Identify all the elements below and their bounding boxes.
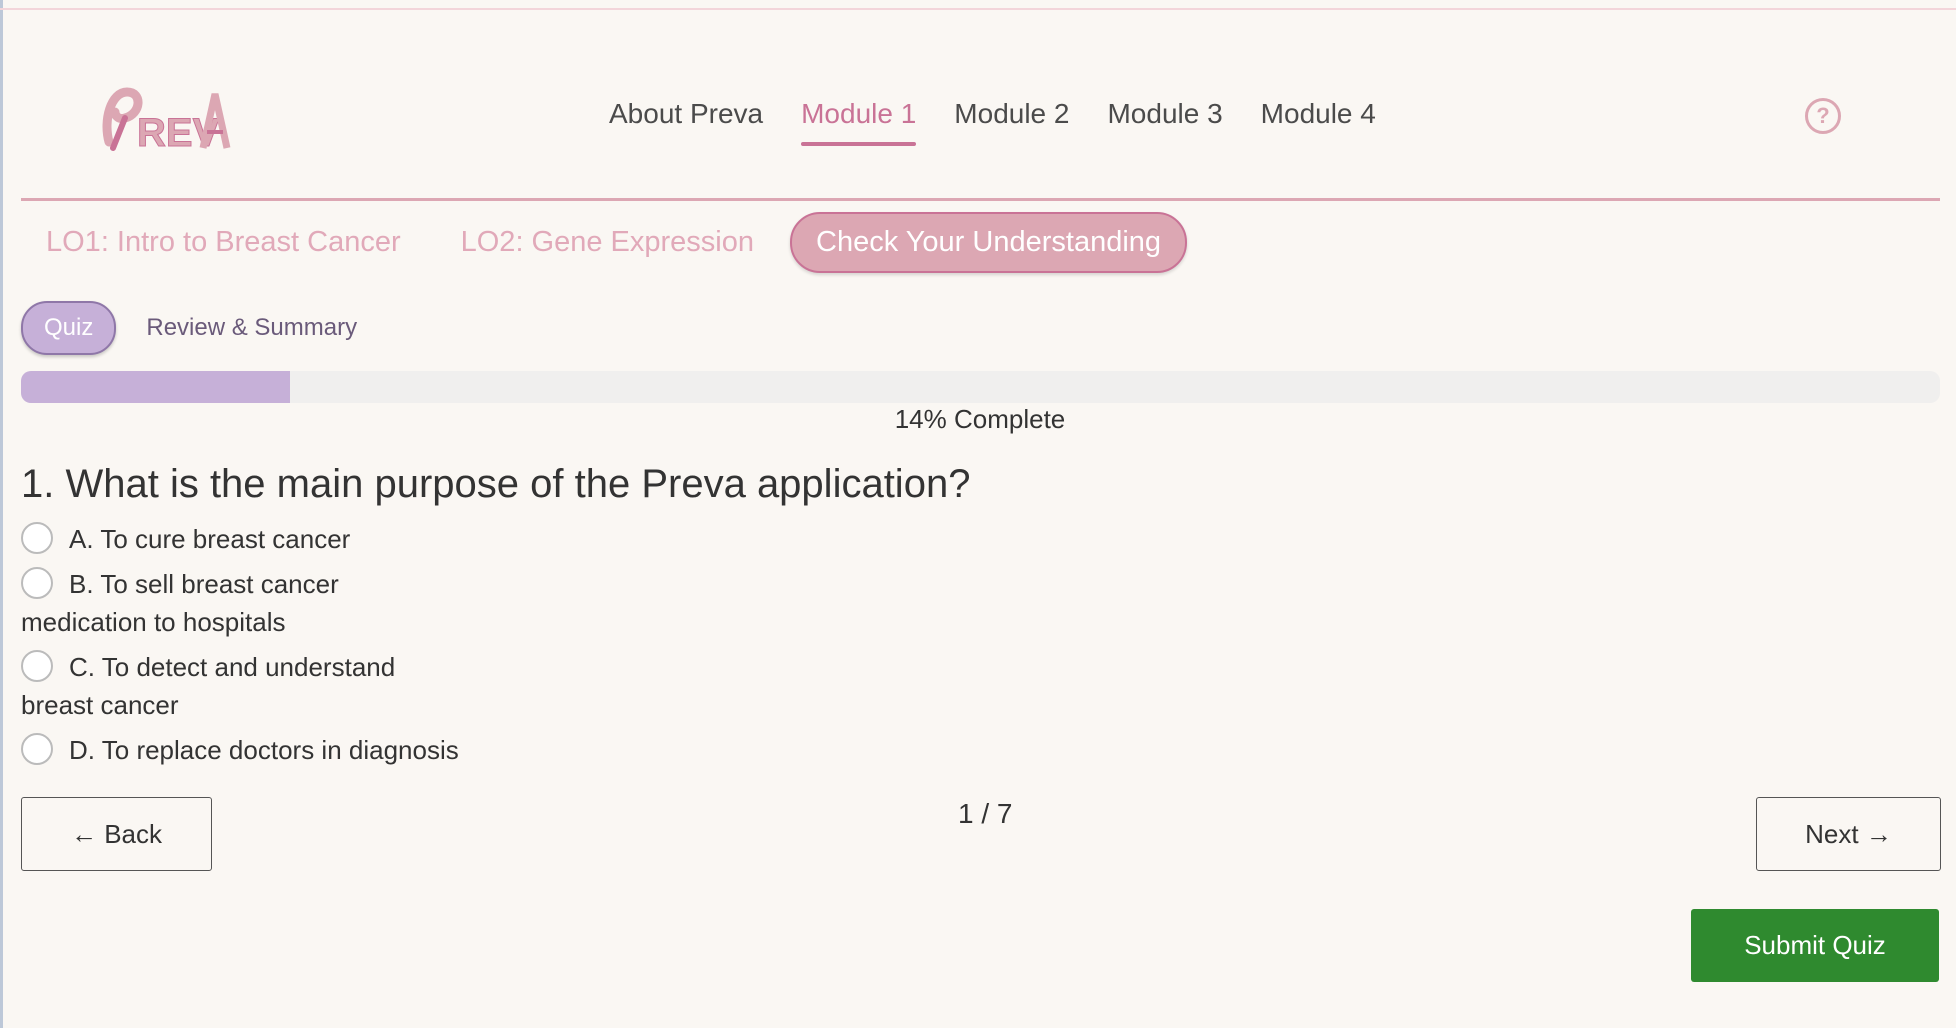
progress-fill bbox=[21, 371, 290, 403]
main-nav: About Preva Module 1 Module 2 Module 3 M… bbox=[609, 98, 1414, 146]
tab-review-summary[interactable]: Review & Summary bbox=[146, 314, 357, 342]
quiz-sub-tabs: Quiz Review & Summary bbox=[21, 301, 357, 355]
option-label: B. To sell breast cancer medication to h… bbox=[21, 569, 339, 637]
option-d[interactable]: D. To replace doctors in diagnosis bbox=[21, 731, 521, 769]
option-label: A. To cure breast cancer bbox=[69, 524, 351, 554]
nav-module-3[interactable]: Module 3 bbox=[1107, 98, 1222, 146]
nav-about-preva[interactable]: About Preva bbox=[609, 98, 763, 146]
back-button[interactable]: ← Back bbox=[21, 797, 212, 871]
site-header: REV About Preva Module 1 Module 2 Module… bbox=[21, 10, 1940, 201]
submit-quiz-button[interactable]: Submit Quiz bbox=[1691, 909, 1939, 982]
radio-button[interactable] bbox=[21, 567, 53, 600]
nav-module-4[interactable]: Module 4 bbox=[1261, 98, 1376, 146]
tab-lo1[interactable]: LO1: Intro to Breast Cancer bbox=[46, 226, 401, 259]
preva-logo[interactable]: REV bbox=[91, 80, 231, 156]
progress-label: 14% Complete bbox=[894, 404, 1066, 434]
answer-options: A. To cure breast cancer B. To sell brea… bbox=[21, 520, 521, 776]
option-a[interactable]: A. To cure breast cancer bbox=[21, 520, 521, 558]
option-label: C. To detect and understand breast cance… bbox=[21, 652, 396, 720]
option-label: D. To replace doctors in diagnosis bbox=[69, 735, 459, 765]
radio-button[interactable] bbox=[21, 733, 53, 766]
nav-module-2[interactable]: Module 2 bbox=[954, 98, 1069, 146]
radio-button[interactable] bbox=[21, 650, 53, 683]
window-edge bbox=[0, 0, 3, 1028]
radio-button[interactable] bbox=[21, 522, 53, 555]
option-b[interactable]: B. To sell breast cancer medication to h… bbox=[21, 565, 391, 641]
page-indicator: 1 / 7 bbox=[958, 798, 1013, 829]
tab-lo2[interactable]: LO2: Gene Expression bbox=[461, 226, 754, 259]
option-c[interactable]: C. To detect and understand breast cance… bbox=[21, 648, 461, 724]
progress-bar bbox=[21, 371, 1940, 403]
question-circle-icon[interactable]: ? bbox=[1805, 98, 1841, 134]
learning-objective-tabs: LO1: Intro to Breast Cancer LO2: Gene Ex… bbox=[46, 212, 1188, 273]
tab-check-your-understanding[interactable]: Check Your Understanding bbox=[790, 212, 1188, 273]
next-button[interactable]: Next → bbox=[1756, 797, 1941, 871]
tab-quiz[interactable]: Quiz bbox=[21, 301, 117, 355]
nav-module-1[interactable]: Module 1 bbox=[801, 98, 917, 146]
question-text: 1. What is the main purpose of the Preva… bbox=[21, 462, 971, 506]
